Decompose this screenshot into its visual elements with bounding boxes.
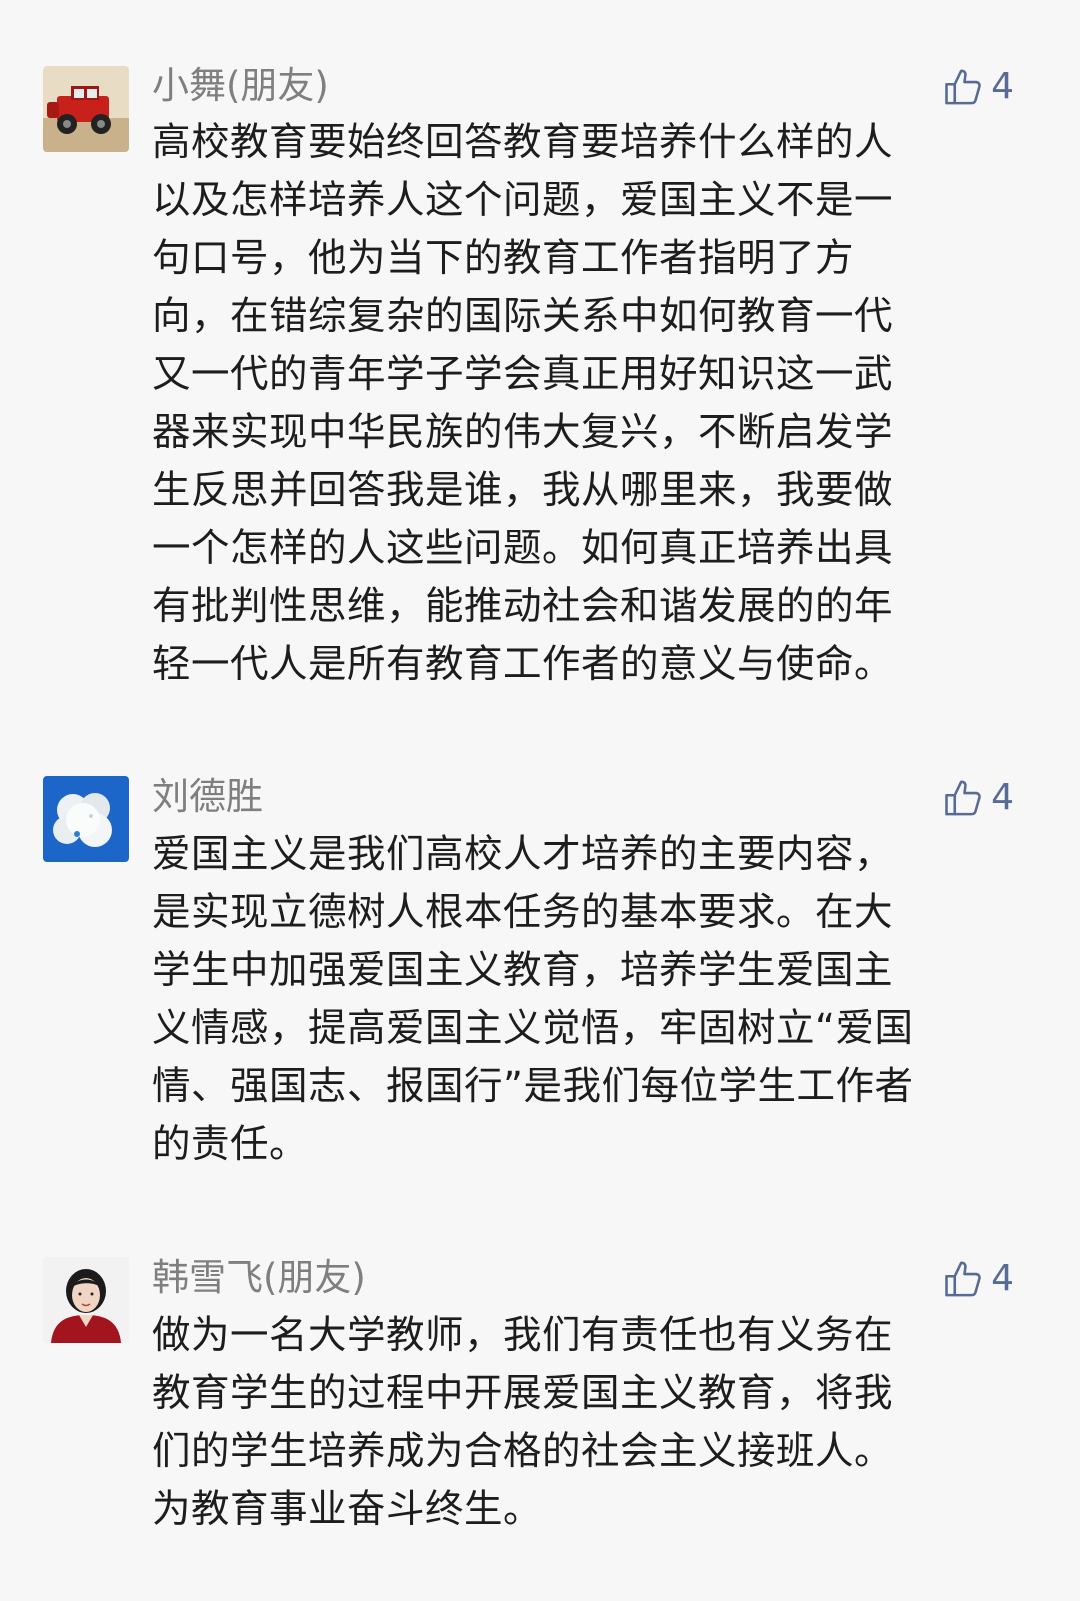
comment-text: 高校教育要始终回答教育要培养什么样的人 以及怎样培养人这个问题，爱国主义不是一 … <box>152 120 894 687</box>
like-button[interactable]: 4 <box>941 773 1014 823</box>
jade-pendant-avatar-icon <box>43 776 129 862</box>
thumbs-up-icon <box>945 1261 981 1297</box>
comment-author[interactable]: 韩雪飞(朋友) <box>152 1256 366 1300</box>
avatar-liudesheng[interactable] <box>43 776 129 862</box>
avatar-xiaowu[interactable] <box>43 66 129 152</box>
comment-text: 爱国主义是我们高校人才培养的主要内容， 是实现立德树人根本任务的基本要求。在大 … <box>152 832 914 1167</box>
thumbs-up-icon <box>945 780 981 816</box>
woman-portrait-avatar-icon <box>43 1257 129 1343</box>
comment-author[interactable]: 刘德胜 <box>152 775 263 819</box>
like-count: 4 <box>991 1258 1014 1299</box>
comment-author[interactable]: 小舞(朋友) <box>152 64 329 108</box>
thumbs-up-icon <box>945 69 981 105</box>
comment-text: 做为一名大学教师，我们有责任也有义务在 教育学生的过程中开展爱国主义教育，将我 … <box>152 1313 894 1532</box>
like-count: 4 <box>991 66 1014 107</box>
avatar-hanxuefei[interactable] <box>43 1257 129 1343</box>
like-count: 4 <box>991 777 1014 818</box>
like-button[interactable]: 4 <box>941 62 1014 112</box>
red-jeep-avatar-icon <box>43 66 129 152</box>
like-button[interactable]: 4 <box>941 1254 1014 1304</box>
